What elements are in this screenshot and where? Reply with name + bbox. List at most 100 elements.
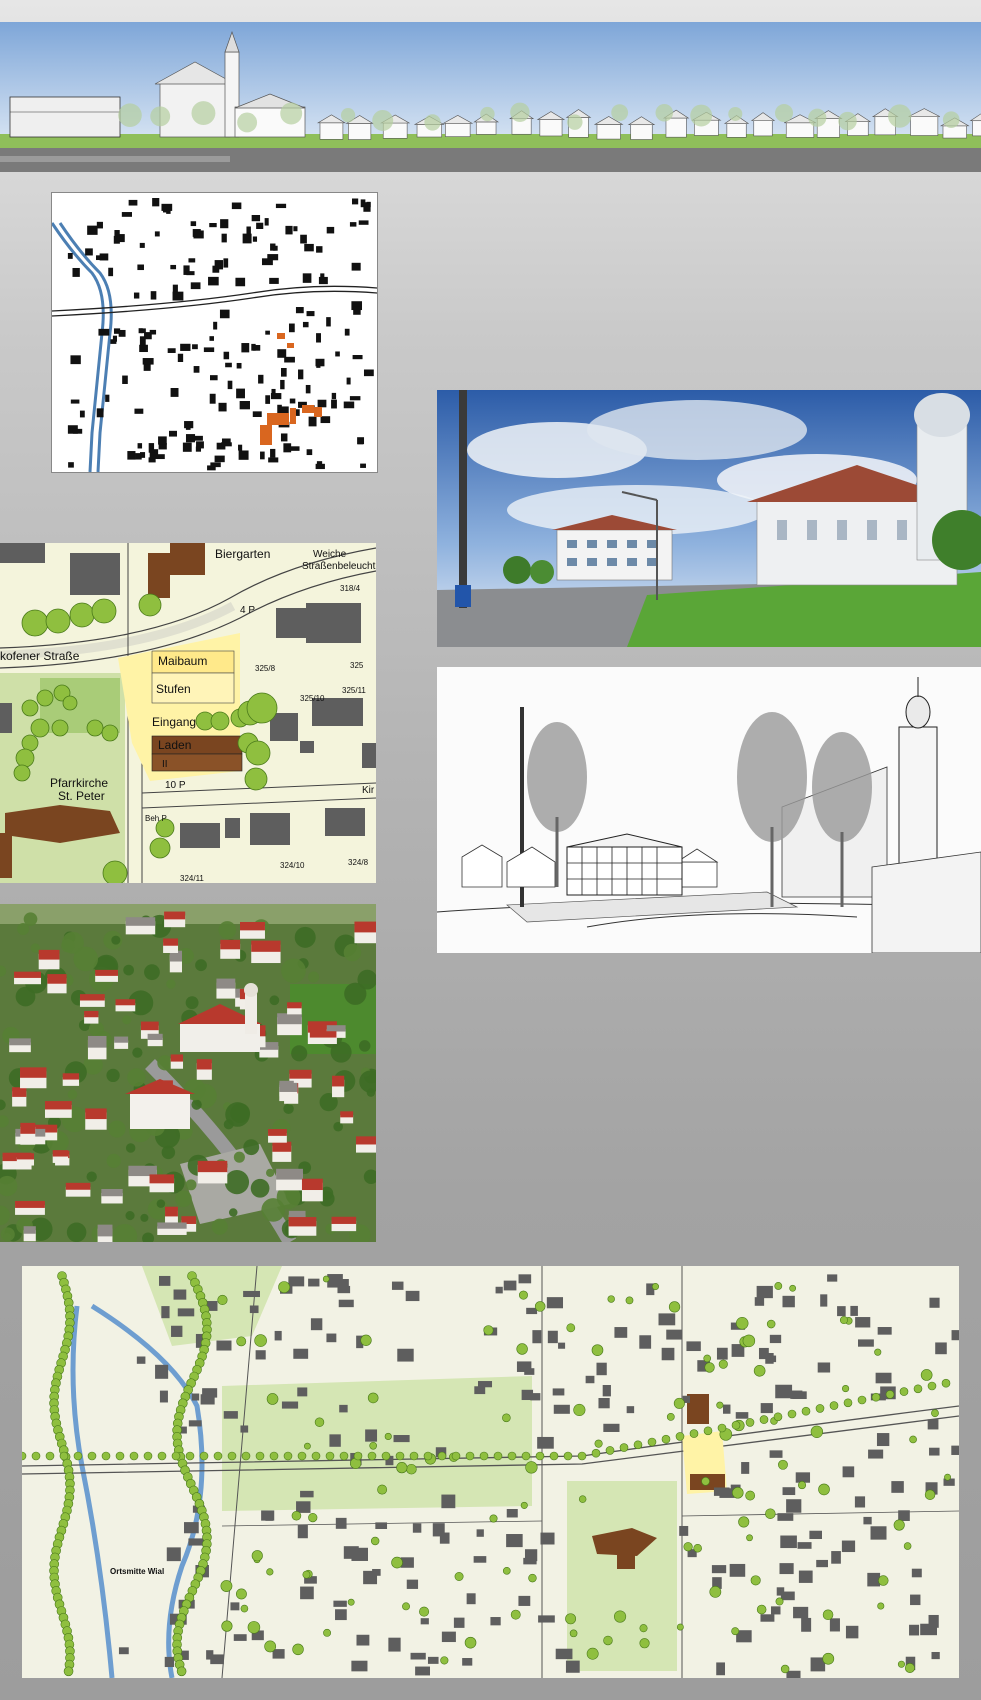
aerial-tree: [343, 943, 362, 962]
masterplan-building: [769, 1334, 782, 1344]
label-street: kofener Straße: [0, 649, 80, 663]
aerial-house-roof: [340, 1111, 354, 1118]
masterplan-tree: [297, 1451, 307, 1461]
masterplan-building: [351, 1660, 368, 1672]
masterplan-building: [191, 1393, 200, 1401]
masterplan-tree: [591, 1448, 601, 1458]
masterplan-tree: [693, 1544, 702, 1553]
masterplan-building: [716, 1347, 728, 1360]
masterplan-tree: [278, 1281, 291, 1294]
aerial-house-roof: [38, 949, 60, 960]
masterplan-tree: [419, 1606, 430, 1617]
aerial-house-roof: [277, 1013, 302, 1025]
parcel-number: 318/4: [340, 584, 361, 593]
masterplan-building: [760, 1614, 775, 1622]
aerial-house-roof: [125, 917, 156, 926]
figure-ground-building: [170, 264, 177, 270]
masterplan-tree: [639, 1638, 650, 1649]
masterplan-building: [453, 1617, 465, 1628]
church-square-photo: [437, 390, 981, 647]
masterplan-tree: [518, 1290, 528, 1300]
masterplan-tree: [774, 1282, 783, 1290]
aerial-tree: [30, 943, 41, 953]
figure-ground-building: [72, 267, 80, 277]
masterplan-tree: [577, 1451, 587, 1461]
masterplan-tree: [718, 1359, 728, 1369]
aerial-tree: [23, 912, 38, 927]
figure-ground-building: [320, 416, 331, 424]
figure-ground-building: [260, 451, 265, 460]
masterplan-building: [166, 1547, 181, 1562]
masterplan-tree: [236, 1588, 247, 1600]
elevation-house: [475, 121, 497, 135]
elevation-house: [942, 125, 967, 139]
parcel-number: 325/8: [255, 664, 276, 673]
aerial-tree: [185, 996, 199, 1010]
figure-ground-building: [231, 202, 242, 210]
masterplan-tree: [874, 1348, 882, 1356]
masterplan-tree: [717, 1423, 727, 1433]
aerial-tree: [344, 982, 367, 1005]
masterplan-tree: [566, 1323, 576, 1333]
masterplan-tree: [534, 1301, 546, 1312]
masterplan-building: [540, 1532, 555, 1545]
elevation-tree: [655, 103, 674, 122]
masterplan-building: [333, 1600, 347, 1607]
aerial-tree: [108, 1120, 126, 1138]
masterplan-building: [754, 1297, 765, 1306]
aerial-house-roof: [354, 921, 376, 933]
aerial-house-roof: [14, 971, 42, 978]
masterplan-building: [406, 1579, 419, 1589]
masterplan-tree: [689, 1429, 699, 1438]
masterplan-tree: [264, 1640, 277, 1653]
masterplan-tree: [454, 1572, 464, 1581]
elevation-tree: [480, 106, 495, 122]
aerial-house-roof: [289, 1069, 312, 1079]
masterplan-building: [375, 1522, 388, 1530]
masterplan-tree: [738, 1516, 750, 1528]
aerial-tree: [67, 1089, 78, 1100]
figure-ground-building: [139, 336, 146, 346]
elevation-tree: [728, 106, 743, 121]
masterplan-tree: [607, 1295, 615, 1303]
masterplan-building: [216, 1340, 232, 1351]
masterplan-tree: [521, 1451, 531, 1461]
aerial-house-roof: [20, 1067, 47, 1078]
masterplan-tree: [709, 1586, 722, 1598]
masterplan-building: [523, 1557, 537, 1565]
site-plan-tree: [246, 692, 278, 724]
masterplan-tree: [871, 1392, 881, 1402]
figure-ground-building: [360, 463, 366, 468]
masterplan-building: [462, 1658, 473, 1666]
masterplan-building: [503, 1280, 517, 1291]
figure-ground-building: [190, 221, 197, 227]
masterplan-building: [585, 1375, 595, 1384]
masterplan-building: [596, 1362, 607, 1376]
elevation-tree: [611, 104, 629, 122]
site-plan-tree: [21, 734, 39, 752]
masterplan-tree: [780, 1664, 790, 1674]
masterplan-tree: [381, 1451, 391, 1461]
figure-ground-building: [128, 199, 138, 206]
masterplan-building: [769, 1450, 783, 1458]
aerial-house-roof: [157, 1222, 187, 1229]
figure-ground-building: [105, 394, 110, 402]
masterplan-building: [288, 1276, 305, 1287]
masterplan-building: [476, 1529, 484, 1537]
masterplan-tree: [369, 1441, 378, 1450]
masterplan-tree: [569, 1629, 578, 1638]
figure-ground-building: [223, 258, 229, 268]
masterplan-building: [553, 1404, 570, 1414]
figure-ground-building: [256, 222, 264, 229]
figure-ground-building: [221, 442, 232, 447]
figure-ground-building: [349, 396, 361, 401]
masterplan-building: [929, 1447, 940, 1456]
masterplan-tree: [683, 1542, 693, 1552]
figure-ground-building: [331, 392, 337, 400]
masterplan-tree: [904, 1662, 915, 1673]
aerial-tree: [281, 958, 306, 984]
masterplan-building: [118, 1647, 129, 1655]
masterplan-tree: [406, 1463, 417, 1475]
aerial-tree: [358, 1040, 371, 1052]
masterplan-tree: [789, 1284, 797, 1292]
